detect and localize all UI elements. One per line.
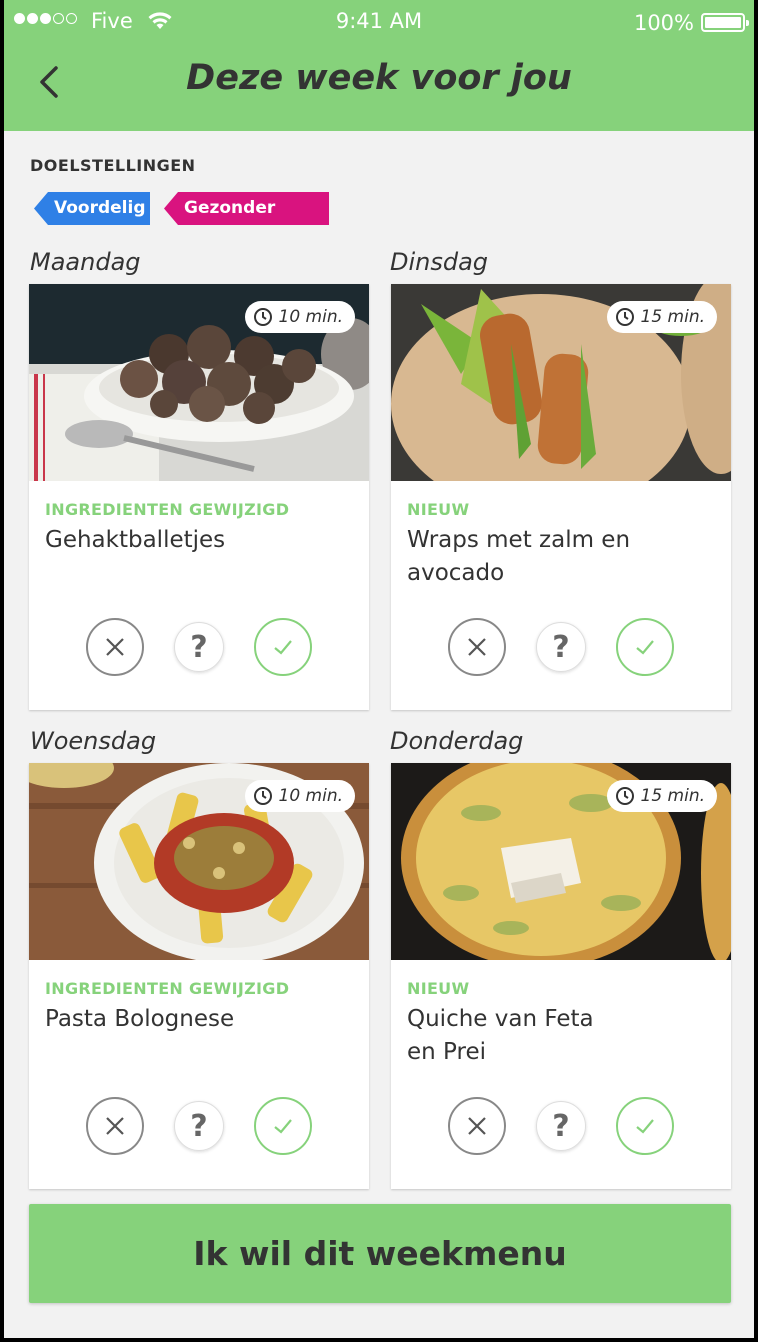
- battery-icon: [701, 13, 749, 32]
- recipe-status: INGREDIENTEN GEWIJZIGD: [45, 979, 290, 998]
- recipe-name: Pasta Bolognese: [45, 1006, 235, 1032]
- question-icon: ?: [552, 1108, 570, 1144]
- battery-percentage: 100%: [633, 11, 694, 35]
- reject-button[interactable]: [448, 618, 506, 676]
- recipe-name: Gehaktballetjes: [45, 527, 226, 553]
- prep-time-badge: 15 min.: [606, 301, 717, 333]
- prep-time-text: 15 min.: [640, 786, 706, 806]
- accept-button[interactable]: [616, 1097, 674, 1155]
- recipe-card-quiche[interactable]: 15 min. NIEUW Quiche van Feta en Prei ?: [391, 763, 731, 1189]
- header: Five 9:41 AM 100% Deze week voor jou: [4, 0, 754, 131]
- clock-icon: [615, 308, 634, 326]
- clock-icon: [615, 787, 634, 805]
- close-icon: [468, 1117, 486, 1135]
- accept-button[interactable]: [254, 618, 312, 676]
- day-label-maandag: Maandag: [30, 248, 141, 276]
- day-label-dinsdag: Dinsdag: [390, 248, 489, 276]
- checkmark-icon: [274, 1119, 292, 1134]
- checkmark-icon: [636, 640, 654, 655]
- recipe-status: NIEUW: [407, 500, 470, 519]
- goals-heading: DOELSTELLINGEN: [30, 156, 196, 175]
- confirm-weekmenu-button[interactable]: Ik wil dit weekmenu: [29, 1204, 731, 1303]
- recipe-card-gehaktballetjes[interactable]: 10 min. INGREDIENTEN GEWIJZIGD Gehaktbal…: [29, 284, 369, 710]
- recipe-card-wraps[interactable]: 15 min. NIEUW Wraps met zalm en avocado …: [391, 284, 731, 710]
- status-bar: Five 9:41 AM 100%: [4, 0, 754, 44]
- unsure-button[interactable]: ?: [536, 1101, 586, 1151]
- day-label-woensdag: Woensdag: [30, 727, 157, 755]
- close-icon: [106, 638, 124, 656]
- unsure-button[interactable]: ?: [536, 622, 586, 672]
- unsure-button[interactable]: ?: [174, 1101, 224, 1151]
- goal-tag-voordelig[interactable]: Voordelig: [34, 192, 150, 225]
- question-icon: ?: [190, 1108, 208, 1144]
- accept-button[interactable]: [254, 1097, 312, 1155]
- prep-time-text: 15 min.: [640, 307, 706, 327]
- accept-button[interactable]: [616, 618, 674, 676]
- close-icon: [468, 638, 486, 656]
- question-icon: ?: [190, 629, 208, 665]
- goal-tag-gezonder-leven[interactable]: Gezonder leven: [164, 192, 329, 225]
- unsure-button[interactable]: ?: [174, 622, 224, 672]
- close-icon: [106, 1117, 124, 1135]
- recipe-status: INGREDIENTEN GEWIJZIGD: [45, 500, 290, 519]
- prep-time-badge: 10 min.: [244, 780, 355, 812]
- question-icon: ?: [552, 629, 570, 665]
- recipe-status: NIEUW: [407, 979, 470, 998]
- prep-time-badge: 10 min.: [244, 301, 355, 333]
- clock-icon: [253, 308, 272, 326]
- clock-icon: [253, 787, 272, 805]
- checkmark-icon: [274, 640, 292, 655]
- recipe-name: Quiche van Feta en Prei: [407, 1006, 594, 1065]
- screen: Five 9:41 AM 100% Deze week voor jou DOE…: [4, 0, 754, 1338]
- reject-button[interactable]: [86, 1097, 144, 1155]
- prep-time-badge: 15 min.: [606, 780, 717, 812]
- page-title: Deze week voor jou: [186, 58, 572, 98]
- reject-button[interactable]: [448, 1097, 506, 1155]
- prep-time-text: 10 min.: [278, 307, 344, 327]
- recipe-card-pasta-bolognese[interactable]: 10 min. INGREDIENTEN GEWIJZIGD Pasta Bol…: [29, 763, 369, 1189]
- reject-button[interactable]: [86, 618, 144, 676]
- checkmark-icon: [636, 1119, 654, 1134]
- recipe-name: Wraps met zalm en avocado: [407, 527, 631, 586]
- day-label-donderdag: Donderdag: [390, 727, 524, 755]
- prep-time-text: 10 min.: [278, 786, 344, 806]
